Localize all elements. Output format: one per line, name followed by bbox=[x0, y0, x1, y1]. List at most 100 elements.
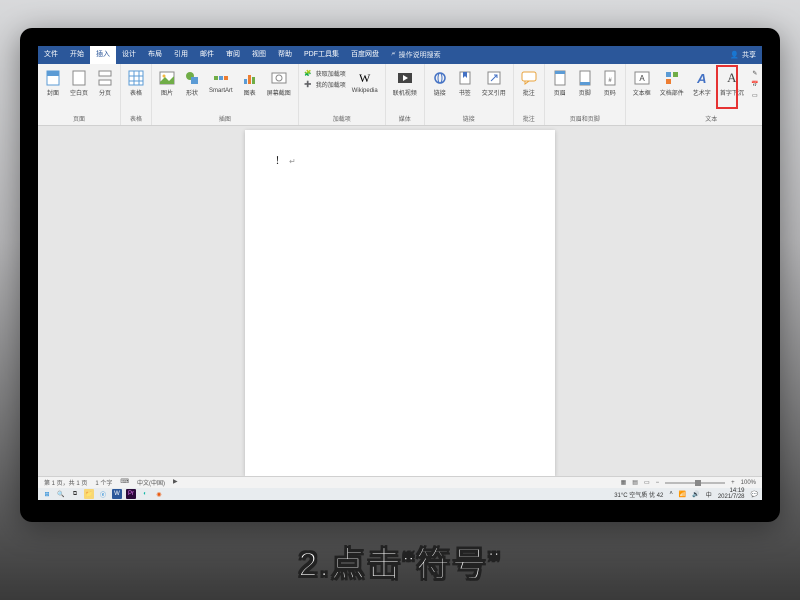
smartart-button[interactable]: SmartArt bbox=[206, 68, 236, 96]
group-pages: 封面 空白页 分页 页面 bbox=[38, 64, 121, 125]
tell-me-search[interactable]: 🗲 操作说明搜索 bbox=[391, 50, 441, 60]
pictures-button[interactable]: 图片 bbox=[156, 68, 178, 99]
table-button[interactable]: 表格 bbox=[125, 68, 147, 99]
zoom-out-button[interactable]: − bbox=[656, 480, 660, 486]
object-button[interactable]: ▭对象 bbox=[750, 90, 762, 100]
tab-design[interactable]: 设计 bbox=[116, 46, 142, 64]
zoom-slider[interactable] bbox=[665, 482, 725, 484]
blank-page-icon bbox=[71, 70, 87, 86]
pictures-label: 图片 bbox=[161, 88, 173, 97]
chart-button[interactable]: 图表 bbox=[239, 68, 261, 99]
blank-page-label: 空白页 bbox=[70, 88, 88, 97]
tray-ime-icon[interactable]: 中 bbox=[706, 490, 712, 499]
status-pages[interactable]: 第 1 页，共 1 页 bbox=[44, 478, 87, 487]
group-tables-label: 表格 bbox=[130, 114, 142, 125]
tray-wifi-icon[interactable]: 📶 bbox=[679, 491, 686, 498]
crossref-button[interactable]: 交叉引用 bbox=[479, 68, 509, 99]
shapes-button[interactable]: 形状 bbox=[181, 68, 203, 99]
screenshot-button[interactable]: 屏幕截图 bbox=[264, 68, 294, 99]
word-button[interactable]: W bbox=[112, 489, 122, 499]
textbox-button[interactable]: A 文本框 bbox=[630, 68, 654, 99]
document-page[interactable]: ！ bbox=[245, 130, 555, 476]
group-media: 联机视频 媒体 bbox=[386, 64, 425, 125]
search-button[interactable]: 🔍 bbox=[56, 489, 66, 499]
online-video-button[interactable]: 联机视频 bbox=[390, 68, 420, 99]
weather-widget[interactable]: 31°C 空气质 优 42 bbox=[614, 490, 663, 499]
taskbar-date[interactable]: 2021/7/28 bbox=[718, 494, 745, 500]
tell-me-label: 操作说明搜索 bbox=[399, 50, 441, 60]
pagenum-button[interactable]: # 页码 bbox=[599, 68, 621, 99]
view-read-icon[interactable]: ▦ bbox=[621, 479, 627, 486]
status-words[interactable]: 1 个字 bbox=[95, 478, 112, 487]
quickparts-label: 文档部件 bbox=[660, 88, 684, 97]
zoom-value[interactable]: 100% bbox=[741, 480, 756, 486]
premiere-button[interactable]: Pr bbox=[126, 489, 136, 499]
lightbulb-icon: 🗲 bbox=[391, 51, 396, 59]
app-button[interactable]: ◐ bbox=[140, 489, 150, 499]
sigline-button[interactable]: ✎签名行 bbox=[750, 68, 762, 78]
task-view-button[interactable]: ⧉ bbox=[70, 489, 80, 499]
wordart-icon: A bbox=[694, 70, 710, 86]
my-addins-label: 我的加载项 bbox=[316, 80, 346, 89]
screenshot-label: 屏幕截图 bbox=[267, 88, 291, 97]
status-lang[interactable]: 中文(中国) bbox=[137, 478, 165, 487]
group-tables: 表格 表格 bbox=[121, 64, 152, 125]
store-icon: 🧩 bbox=[303, 68, 313, 78]
tab-file[interactable]: 文件 bbox=[38, 46, 64, 64]
tab-layout[interactable]: 布局 bbox=[142, 46, 168, 64]
share-button[interactable]: 👤 共享 bbox=[730, 50, 756, 60]
link-button[interactable]: 链接 bbox=[429, 68, 451, 99]
addins-icon: ➕ bbox=[303, 79, 313, 89]
datetime-button[interactable]: 📅日期和时间 bbox=[750, 79, 762, 89]
signature-icon: ✎ bbox=[750, 68, 760, 78]
footer-button[interactable]: 页脚 bbox=[574, 68, 596, 99]
group-text: A 文本框 文档部件 A 艺术字 A 首字下沉 bbox=[626, 64, 762, 125]
view-web-icon[interactable]: ▭ bbox=[644, 479, 650, 486]
comment-label: 批注 bbox=[523, 88, 535, 97]
group-text-label: 文本 bbox=[705, 114, 717, 125]
notifications-button[interactable]: 💬 bbox=[751, 491, 758, 498]
quickparts-button[interactable]: 文档部件 bbox=[657, 68, 687, 99]
tab-review[interactable]: 审阅 bbox=[220, 46, 246, 64]
page-break-label: 分页 bbox=[99, 88, 111, 97]
bookmark-button[interactable]: 书签 bbox=[454, 68, 476, 99]
header-label: 页眉 bbox=[554, 88, 566, 97]
windows-taskbar: ⊞ 🔍 ⧉ 📁 ⓔ W Pr ◐ ◉ 31°C 空气质 优 42 ˄ 📶 🔊 中… bbox=[38, 488, 762, 500]
tab-home[interactable]: 开始 bbox=[64, 46, 90, 64]
header-button[interactable]: 页眉 bbox=[549, 68, 571, 99]
group-comments: 批注 批注 bbox=[514, 64, 545, 125]
tab-insert[interactable]: 插入 bbox=[90, 46, 116, 64]
cover-page-button[interactable]: 封面 bbox=[42, 68, 64, 99]
tray-volume-icon[interactable]: 🔊 bbox=[692, 491, 699, 498]
start-button[interactable]: ⊞ bbox=[42, 489, 52, 499]
tray-chevron-icon[interactable]: ˄ bbox=[669, 491, 673, 497]
edge-button[interactable]: ⓔ bbox=[98, 489, 108, 499]
page-break-icon bbox=[97, 70, 113, 86]
my-addins-button[interactable]: ➕我的加载项 bbox=[303, 79, 346, 89]
wordart-button[interactable]: A 艺术字 bbox=[690, 68, 714, 99]
tab-pdftools[interactable]: PDF工具集 bbox=[298, 46, 345, 64]
tab-help[interactable]: 帮助 bbox=[272, 46, 298, 64]
view-print-icon[interactable]: ▤ bbox=[632, 479, 638, 486]
tab-view[interactable]: 视图 bbox=[246, 46, 272, 64]
document-area[interactable]: ！ bbox=[38, 126, 762, 476]
dropcap-button[interactable]: A 首字下沉 bbox=[717, 68, 747, 99]
explorer-button[interactable]: 📁 bbox=[84, 489, 94, 499]
page-break-button[interactable]: 分页 bbox=[94, 68, 116, 99]
status-macro-icon[interactable]: ▶ bbox=[173, 478, 178, 487]
comment-icon bbox=[521, 70, 537, 86]
tab-baidu[interactable]: 百度网盘 bbox=[345, 46, 385, 64]
blank-page-button[interactable]: 空白页 bbox=[67, 68, 91, 99]
group-headerfooter: 页眉 页脚 # 页码 页眉和页脚 bbox=[545, 64, 626, 125]
wikipedia-button[interactable]: W Wikipedia bbox=[349, 68, 381, 96]
screenshot-icon bbox=[271, 70, 287, 86]
tab-mailings[interactable]: 邮件 bbox=[194, 46, 220, 64]
bookmark-label: 书签 bbox=[459, 88, 471, 97]
tab-references[interactable]: 引用 bbox=[168, 46, 194, 64]
browser-button[interactable]: ◉ bbox=[154, 489, 164, 499]
screen: 文件 开始 插入 设计 布局 引用 邮件 审阅 视图 帮助 PDF工具集 百度网… bbox=[38, 46, 762, 500]
comment-button[interactable]: 批注 bbox=[518, 68, 540, 99]
get-addins-button[interactable]: 🧩获取加载项 bbox=[303, 68, 346, 78]
zoom-in-button[interactable]: + bbox=[731, 480, 735, 486]
group-addins-label: 加载项 bbox=[333, 114, 351, 125]
